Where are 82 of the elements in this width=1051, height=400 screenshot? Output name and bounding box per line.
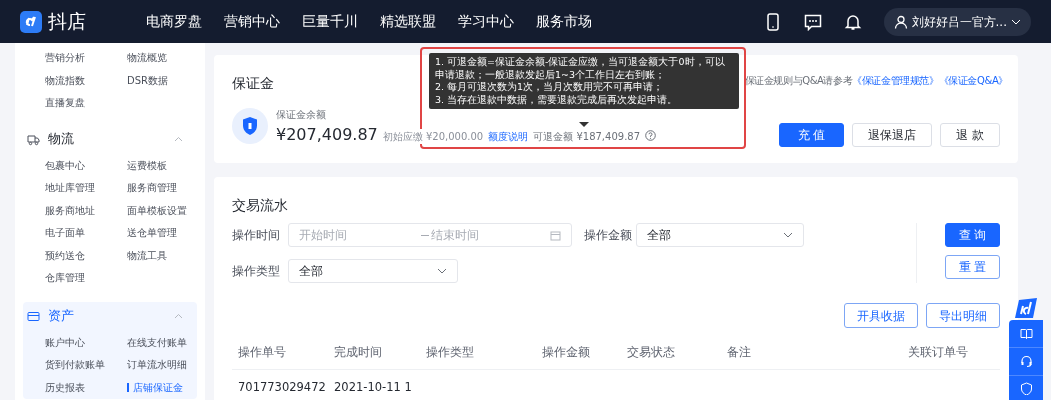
column-header: 交易状态 [627, 344, 676, 362]
sidebar-item[interactable]: 包裹中心 [45, 154, 127, 177]
book-icon [1019, 327, 1033, 340]
sidebar-item[interactable]: 物流概览 [127, 47, 205, 70]
end-date-field[interactable]: 结束时间 [430, 226, 550, 244]
headset-icon [1019, 355, 1033, 368]
reset-button[interactable]: 重 置 [945, 255, 1000, 280]
bell-icon[interactable] [843, 12, 862, 31]
chat-icon[interactable] [803, 12, 822, 31]
select-field[interactable]: 全部 [288, 259, 458, 284]
nav-link-item[interactable]: 营销中心 [224, 11, 280, 32]
sidebar-item[interactable]: 物流指数 [45, 69, 127, 92]
nav-link-item[interactable]: 电商罗盘 [146, 11, 202, 32]
security-button[interactable] [1009, 376, 1043, 400]
table-cell-text: 2021-10-11 1 [334, 378, 413, 396]
help-icon[interactable] [645, 129, 657, 141]
card-title: 保证金 [232, 74, 274, 93]
card-title: 交易流水 [232, 196, 288, 215]
calendar-icon [550, 229, 561, 241]
start-date-field[interactable]: 开始时间 [299, 226, 419, 244]
sidebar-item[interactable]: 直播复盘 [45, 92, 127, 115]
sidebar-item[interactable]: 历史报表 [45, 376, 127, 399]
sidebar-item[interactable]: 预约送仓 [45, 244, 127, 267]
sidebar-item[interactable]: 服务商地址 [45, 199, 127, 222]
date-range-field[interactable]: 开始时间 结束时间 [288, 223, 572, 248]
column-header: 操作金额 [542, 344, 591, 362]
initial-amount: 初始应缴 ¥20,000.00 [382, 129, 484, 145]
action-button[interactable]: 退保退店 [852, 123, 932, 147]
column-header: 备注 [727, 344, 752, 362]
nav-link-item[interactable]: 学习中心 [458, 11, 514, 32]
shield-icon [1019, 382, 1033, 395]
tooltip-arrow [579, 122, 589, 127]
sidebar-item[interactable]: 营销分析 [45, 47, 127, 70]
filter-label: 操作金额 [583, 226, 633, 244]
column-header: 操作类型 [426, 344, 475, 362]
support-button[interactable] [1009, 348, 1043, 376]
balance-label: 保证金余额 [276, 108, 326, 123]
sidebar-item[interactable]: 物流工具 [127, 244, 205, 267]
sidebar-item[interactable]: 账户中心 [45, 331, 127, 354]
column-header: 操作单号 [238, 344, 287, 362]
action-button[interactable]: 开具收据 [844, 303, 918, 329]
sidebar-item[interactable]: 服务商管理 [127, 177, 205, 200]
column-header: 关联订单号 [908, 344, 969, 362]
nav-link-item[interactable]: 服务市场 [536, 11, 592, 32]
quota-link[interactable]: 额度说明 [488, 129, 529, 145]
truck-icon [27, 133, 40, 146]
action-button[interactable]: 退 款 [940, 123, 1000, 147]
action-button[interactable]: 导出明细 [926, 303, 1000, 329]
sidebar-item[interactable]: 在线支付账单 [127, 331, 205, 354]
nav-link-item[interactable]: 巨量千川 [302, 11, 358, 32]
logo-text: 抖店 [48, 9, 86, 35]
sidebar-item[interactable]: 订单流水明细 [127, 354, 205, 377]
table-cell-text: 701773029472 [238, 378, 327, 396]
query-button[interactable]: 查 询 [945, 223, 1000, 248]
section-header[interactable]: 资产 [23, 301, 197, 332]
sidebar-item[interactable]: 面单模板设置 [127, 199, 205, 222]
balance-amount: ¥207,409.87 [276, 124, 378, 147]
column-header: 完成时间 [334, 344, 383, 362]
sidebar-item[interactable]: DSR数据 [127, 69, 205, 92]
sidebar-item[interactable]: 店铺保证金 [127, 376, 205, 399]
sidebar-item[interactable]: 运费模板 [127, 154, 205, 177]
sidebar-item[interactable]: 地址库管理 [45, 177, 127, 200]
logo-icon [20, 10, 42, 33]
section-header[interactable]: 物流 [23, 124, 197, 155]
sidebar-item[interactable]: 货到付款账单 [45, 354, 127, 377]
document-link[interactable]: 《保证金管理规范》 [852, 73, 939, 88]
shield-icon [232, 108, 268, 145]
guide-button[interactable] [1009, 320, 1043, 348]
filter-label: 操作时间 [232, 226, 281, 244]
sidebar-item[interactable]: 仓库管理 [45, 267, 127, 290]
user-menu[interactable]: 刘好好吕一官方... [883, 7, 1031, 36]
recharge-button[interactable]: 充 值 [779, 123, 844, 147]
sidebar-item[interactable]: 送仓单管理 [127, 222, 205, 245]
tooltip: 1. 可退金额=保证金余额-保证金应缴，当可退金额大于0时，可以申请退款；一般退款发起后1~3个工作日左右到账； 2. 每月可退次数为1次，当月次数用完不可再申请； 3. 当存在退款中数据，需要退款完成后再次发起申请。 [429, 53, 739, 109]
refundable-amount: 可退金额 ¥187,409.87 [533, 129, 641, 145]
nav-link-item[interactable]: 精选联盟 [380, 11, 436, 32]
user-icon [893, 14, 908, 29]
document-link[interactable]: 《保证金Q&A》 [938, 73, 1008, 88]
card-icon [27, 311, 40, 322]
filter-label: 操作类型 [232, 262, 281, 280]
sidebar-item[interactable]: 电子面单 [45, 222, 127, 245]
select-field[interactable]: 全部 [636, 223, 804, 248]
